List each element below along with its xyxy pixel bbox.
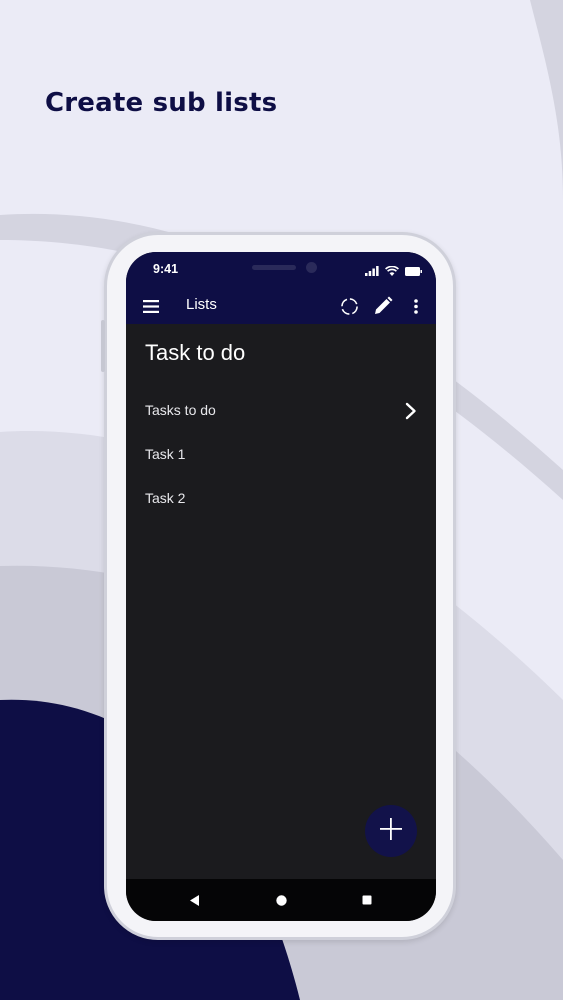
sync-icon[interactable] [337,294,361,318]
menu-icon[interactable] [140,296,162,316]
list-item-label: Tasks to do [145,402,216,418]
app-bar-title: Lists [186,296,217,313]
wifi-icon [385,263,399,281]
system-nav-bar [126,879,436,921]
list-item-task[interactable]: Task 1 [126,436,436,476]
add-button[interactable] [365,805,417,857]
phone-screen: 9:41 Lists Task to do Tasks to do Task 1… [126,252,436,921]
signal-icon [365,263,379,281]
chevron-right-icon [405,402,417,425]
page-title: Task to do [145,340,246,365]
home-icon[interactable] [272,891,290,909]
plus-icon [379,817,403,846]
app-bar: Lists [126,288,436,324]
front-camera [306,262,317,273]
status-bar: 9:41 [126,252,436,288]
headline: Create sub lists [45,88,278,118]
more-vert-icon[interactable] [406,294,426,318]
list-item-label: Task 1 [145,446,186,462]
edit-icon[interactable] [371,294,395,318]
status-icons [365,263,422,281]
status-time: 9:41 [153,262,179,276]
list-item-label: Task 2 [145,490,186,506]
list-item-sublist[interactable]: Tasks to do [126,392,436,432]
battery-icon [405,263,422,281]
speaker [252,265,296,270]
back-icon[interactable] [186,891,204,909]
recents-icon[interactable] [358,891,376,909]
phone-side-button [101,320,105,372]
list-item-task[interactable]: Task 2 [126,480,436,520]
